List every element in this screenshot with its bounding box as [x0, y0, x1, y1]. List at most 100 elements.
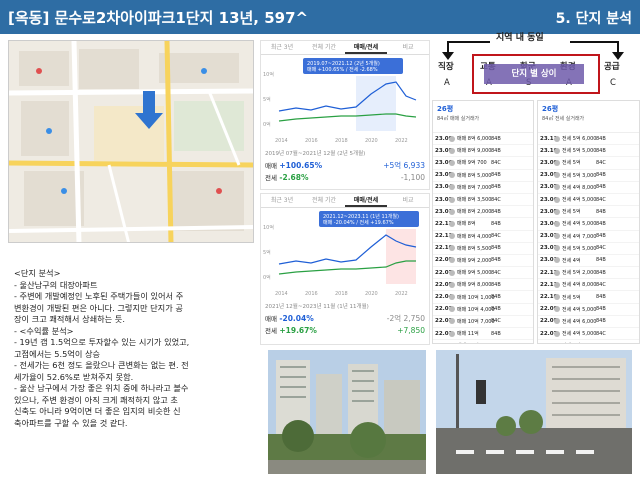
table-row[interactable]: 22.04 매매 10억 1,000 84B [433, 291, 533, 304]
tx-type: 84B [491, 220, 501, 227]
tx-marker-icon [554, 281, 560, 288]
table-row[interactable]: 22.12 전세 5억 2,000 84B [538, 267, 639, 280]
table-row[interactable]: 22.08 매매 9억 2,000 84B [433, 255, 533, 268]
tab-all-period[interactable]: 전체 기간 [303, 194, 345, 207]
tx-marker-icon [449, 172, 455, 179]
tx-desc: 전세 5억 6,000 [562, 136, 597, 143]
tx-right-subtitle: 84㎡ 전세 실거래가 [542, 116, 585, 122]
table-row[interactable]: 23.01 전세 4억 84B [538, 255, 639, 268]
y-tick: 10억 [263, 71, 274, 78]
chart1-tabs: 최근 3년 전체 기간 매매/전세 비교 [261, 41, 429, 55]
tab-all-period[interactable]: 전체 기간 [303, 41, 345, 54]
table-row[interactable]: 23.02 전세 5억 5,000 84C [538, 243, 639, 255]
tx-marker-icon [449, 294, 455, 301]
table-row[interactable]: 22.06 전세 4억 8,00084B [538, 340, 639, 344]
tx-left-area[interactable]: 26평 [437, 104, 453, 114]
table-row[interactable]: 22.02 매매 10억 7,000 84C [433, 316, 533, 328]
table-row[interactable]: 22.11 매매 8억 4,000 84C [433, 231, 533, 243]
tx-type: 84B [596, 269, 606, 276]
y-tick: 5억 [263, 96, 271, 103]
tx-marker-icon [449, 257, 455, 264]
tx-date: 22.12 [435, 220, 453, 227]
tooltip-text: 2019.07~2021.12 (2년 5개월) [307, 60, 380, 67]
table-row[interactable]: 22.09 전세 4억 5,000 84B [538, 304, 639, 316]
x-tick: 2014 [275, 291, 288, 297]
tx-date: 22.07 [540, 330, 558, 337]
tx-right-area[interactable]: 26평 [542, 104, 558, 114]
table-row[interactable]: 22.01 매매 11억 84B [433, 328, 533, 341]
tx-desc: 매매 10억 4,000 [457, 306, 495, 313]
table-row[interactable]: 22.12 매매 8억 84B [433, 218, 533, 231]
tx-desc: 전세 5억 5,000 [562, 148, 597, 155]
tooltip-text: 2021.12~2023.11 (1년 11개월) [323, 213, 399, 220]
analysis-line: 신축도 아니라 9억이면 더 좋은 입지의 비슷한 신 [14, 406, 181, 416]
tx-desc: 매매 10억 7,000 [457, 318, 495, 325]
table-row[interactable]: 23.07 전세 4억 8,000 84B [538, 182, 639, 194]
tab-recent-3y[interactable]: 최근 3년 [261, 194, 303, 207]
table-row[interactable]: 23.02 매매 8억 3,500 84C [433, 194, 533, 207]
tx-date: 23.08 [540, 172, 558, 179]
tab-recent-3y[interactable]: 최근 3년 [261, 41, 303, 54]
tx-date: 23.01 [435, 208, 453, 215]
x-tick: 2022 [395, 291, 408, 297]
analysis-line: - 주변에 개발예정인 노후된 주택가들이 있어서 주 [14, 291, 184, 301]
tx-marker-icon [554, 220, 560, 227]
table-row[interactable]: 23.08 매매 8억 9,000 84B [433, 145, 533, 158]
complex-photo-2 [436, 350, 632, 474]
table-row[interactable]: 22.11 전세 4억 8,000 84C [538, 279, 639, 292]
analysis-line: 축아파트를 구할 수 있을 것 같다. [14, 417, 128, 428]
x-tick: 2018 [335, 138, 348, 144]
table-row[interactable]: 22.10 전세 5억 84B [538, 291, 639, 304]
table-row[interactable]: 23.11 전세 5억 6,000 84B [538, 133, 639, 146]
table-row[interactable]: 22.05 매매 9억 8,000 84B [433, 279, 533, 292]
tx-date: 23.06 [540, 196, 558, 203]
table-row[interactable]: 23.05 전세 5억 84B [538, 206, 639, 219]
x-tick: 2020 [365, 291, 378, 297]
table-row[interactable]: 22.10 매매 8억 5,500 84B [433, 243, 533, 255]
table-row[interactable]: 23.10 전세 5억 5,000 84B [538, 145, 639, 158]
table-row[interactable]: 23.09 매매 8억 6,000 84B [433, 133, 533, 146]
tx-type: 84C [491, 233, 501, 240]
table-row[interactable]: 22.07 전세 4억 5,000 84C [538, 328, 639, 341]
tx-type: 84C [491, 318, 501, 325]
tx-desc: 매매 9억 5,000 [457, 270, 492, 277]
sale-pct: -20.04% [279, 314, 314, 323]
table-row[interactable]: 23.04 전세 4억 5,000 84B [538, 218, 639, 231]
tx-date: 22.05 [435, 281, 453, 288]
table-row[interactable]: 23.08 전세 5억 3,000 84B [538, 170, 639, 182]
tab-compare[interactable]: 비교 [387, 41, 429, 54]
table-row[interactable]: 22.03 매매 10억 4,000 84B [433, 304, 533, 316]
table-row[interactable]: 23.05 매매 8억 5,000 84B [433, 170, 533, 182]
cat-job: 직장 [438, 62, 454, 72]
table-row[interactable]: 23.09 전세 5억 84C [538, 157, 639, 170]
tab-sale-jeonse[interactable]: 매매/전세 [345, 41, 387, 54]
tx-marker-icon [449, 196, 455, 203]
tx-date: 22.06 [538, 343, 557, 344]
tx-desc: 전세 5억 [562, 294, 581, 301]
analysis-line: 장이 크고 쾌적해서 상쇄하는 듯. [14, 314, 125, 324]
chart1-sale-row: 매매 +100.65% +5억 6,933 [265, 160, 425, 171]
table-row[interactable]: 23.01 매매 8억 2,000 84B [433, 206, 533, 219]
analysis-line: - 전세가는 6천 정도 올랐으나 큰변화는 없는 편. 전 [14, 360, 189, 370]
tab-sale-jeonse[interactable]: 매매/전세 [345, 194, 387, 207]
table-row[interactable]: 21.12 매매 11억 3,50084B [433, 340, 533, 344]
table-row[interactable]: 23.03 전세 4억 7,000 84B [538, 231, 639, 243]
tx-marker-icon [554, 318, 560, 325]
tx-type: 84B [596, 294, 606, 301]
chart1-jeonse-row: 전세 -2.68% -1,100 [265, 172, 425, 183]
table-row[interactable]: 22.08 전세 4억 6,000 84B [538, 316, 639, 328]
table-row[interactable]: 23.06 전세 4억 5,000 84C [538, 194, 639, 207]
table-row[interactable]: 22.07 매매 9억 5,000 84C [433, 267, 533, 280]
analysis-line: - 19년 갭 1.5억으로 투자할수 있는 시기가 있었고, [14, 337, 190, 347]
location-map[interactable] [8, 40, 254, 243]
chart2-stats: 2021년 12월~2023년 11월 (1년 11개월) 매매 -20.04%… [265, 302, 425, 336]
table-row[interactable]: 23.04 매매 8억 7,000 84B [433, 182, 533, 194]
x-tick: 2016 [305, 291, 318, 297]
tx-desc: 전세 5억 5,000 [562, 245, 597, 252]
tx-type: 84B [491, 343, 501, 344]
tx-date: 23.11 [540, 135, 558, 142]
tab-compare[interactable]: 비교 [387, 194, 429, 207]
analysis-line: 고점에서는 5.5억이 상승 [14, 348, 101, 359]
tx-date: 23.10 [540, 147, 558, 154]
table-row[interactable]: 23.06 매매 9억 700 84C [433, 157, 533, 170]
